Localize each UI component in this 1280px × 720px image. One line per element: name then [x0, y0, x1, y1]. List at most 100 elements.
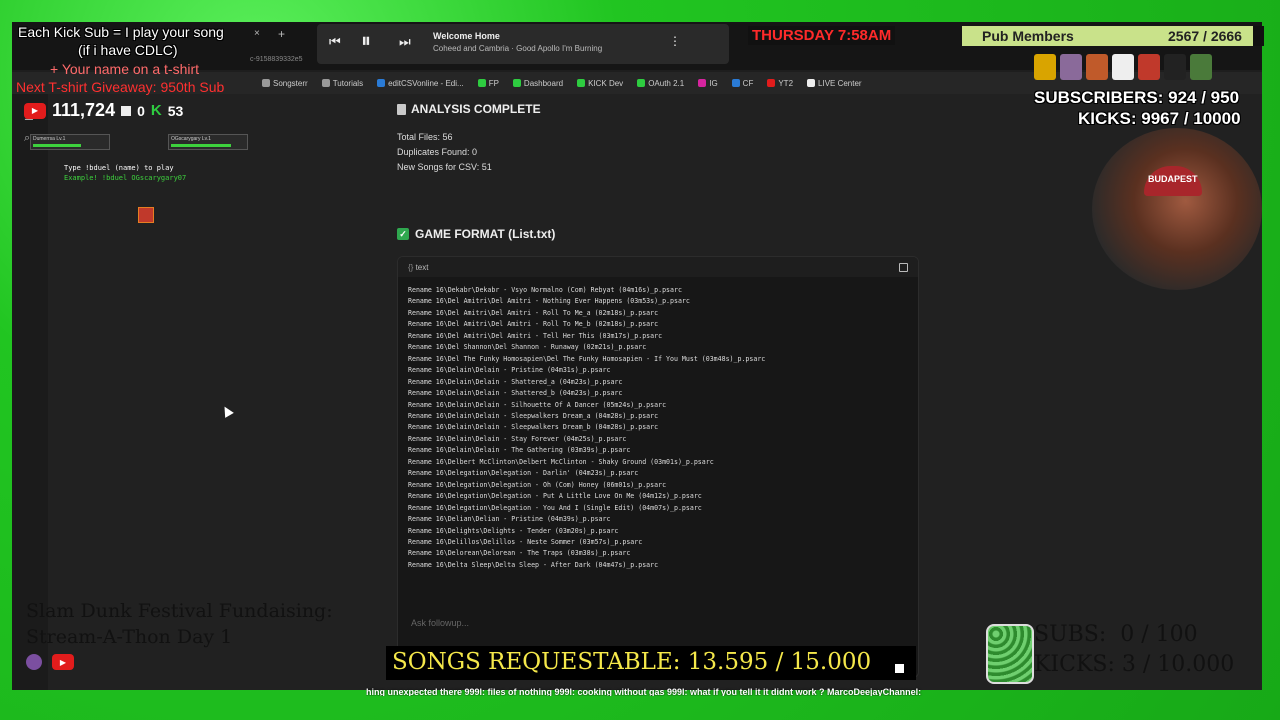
hat-text: BUDAPEST: [1148, 174, 1198, 184]
player-badge-2: OGscarygary Lv.1: [168, 134, 248, 150]
code-line: Rename 16\Delegation\Delegation - Darlin…: [408, 469, 639, 478]
tshirt-icon: [1034, 54, 1056, 80]
media-player: ⏮ ⏸ ⏭ Welcome Home Coheed and Cambria · …: [317, 24, 729, 64]
code-line: Rename 16\Delain\Delain - Sleepwalkers D…: [408, 423, 659, 432]
braces-icon: {}: [408, 262, 416, 272]
previous-track-icon[interactable]: ⏮: [329, 34, 341, 50]
code-line: Rename 16\Delian\Delian - Pristine (04m3…: [408, 515, 611, 524]
code-line: Rename 16\Del Shannon\Del Shannon - Runa…: [408, 343, 647, 352]
giveaway-line: Next T-shirt Giveaway: 950th Sub: [16, 79, 225, 95]
player-badge-1: Dumerrsa Lv.1: [30, 134, 110, 150]
bookmark-ig[interactable]: IG: [698, 79, 718, 88]
youtube-count: 111,724: [52, 100, 116, 120]
tshirt-shelf: [1034, 54, 1260, 84]
kicks-goal-bottom: KICKS: 3 / 10.000: [1034, 652, 1235, 677]
kick-icon: K: [150, 102, 162, 119]
code-line: Rename 16\Delta Sleep\Delta Sleep - Afte…: [408, 560, 659, 569]
fundraising-line2: Stream-A-Thon Day 1: [26, 626, 233, 648]
bookmark-fp[interactable]: FP: [477, 79, 499, 88]
game-sprite: [138, 207, 154, 223]
duel-hint: Type !bduel (name) to play: [64, 164, 174, 172]
tshirt-icon: [1112, 54, 1134, 80]
address-url[interactable]: c-9158839332e5: [250, 56, 303, 63]
code-line: Rename 16\Delorean\Delorean - The Traps …: [408, 549, 631, 558]
ticker-text: hing unexpected there 999l: files of not…: [366, 687, 922, 696]
code-line: Rename 16\Delegation\Delegation - Put A …: [408, 492, 702, 501]
tshirt-icon: [1060, 54, 1082, 80]
duel-example: Example! !bduel OGscarygary07: [64, 174, 187, 182]
bookmark-live-center[interactable]: LIVE Center: [807, 79, 862, 88]
bookmark-yt2[interactable]: YT2: [767, 79, 793, 88]
mouse-cursor-icon: [220, 404, 234, 418]
coin-jar-icon: [986, 624, 1034, 684]
bookmark-tutorials[interactable]: Tutorials: [321, 79, 363, 88]
edit-icon: [377, 79, 386, 87]
twitch-count: 0: [137, 102, 145, 119]
new-tab-icon[interactable]: +: [278, 27, 285, 41]
tiktok-icon: [807, 79, 816, 87]
bookmark-oauth[interactable]: OAuth 2.1: [637, 79, 684, 88]
code-line: Rename 16\Dekabr\Dekabr - Vsyo Normalno …: [408, 286, 682, 294]
code-line: Rename 16\Delain\Delain - Stay Forever (…: [408, 434, 627, 443]
pause-icon[interactable]: ⏸: [361, 30, 371, 53]
code-line: Rename 16\Del Amitri\Del Amitri - Roll T…: [408, 320, 659, 329]
fundraising-line1: Slam Dunk Festival Fundaising:: [26, 600, 333, 622]
tshirt-icon: [1138, 54, 1160, 80]
code-line: Rename 16\Delillos\Delillos - Neste Somm…: [408, 537, 643, 546]
songs-requestable-text: SONGS REQUESTABLE: 13.595 / 15.000: [392, 649, 872, 675]
browser-window: × + c-9158839332e5 ⏮ ⏸ ⏭ Welcome Home Co…: [12, 22, 1262, 690]
youtube-icon: [767, 79, 776, 87]
bottom-left-icons: ▶: [26, 654, 74, 670]
code-line: Rename 16\Delain\Delain - Shattered_b (0…: [408, 389, 623, 398]
bookmark-kick-dev[interactable]: KICK Dev: [577, 79, 623, 88]
analysis-heading: ANALYSIS COMPLETE: [397, 102, 541, 116]
code-language: {} text: [408, 262, 429, 272]
code-line: Rename 16\Del The Funky Homosapien\Del T…: [408, 354, 766, 363]
songs-requestable-banner: SONGS REQUESTABLE: 13.595 / 15.000: [386, 646, 916, 680]
cf-icon: [731, 79, 740, 87]
code-line: Rename 16\Delbert McClinton\Delbert McCl…: [408, 457, 714, 466]
ask-followup-input[interactable]: Ask followup...: [411, 618, 469, 628]
total-files: Total Files: 56: [397, 132, 453, 142]
code-line: Rename 16\Delegation\Delegation - Oh (Co…: [408, 480, 667, 489]
kick-sub-line1: Each Kick Sub = I play your song: [18, 24, 224, 40]
youtube-icon: ▶: [52, 654, 74, 670]
social-counts: ▶ 111,724 0 K 53: [24, 100, 183, 121]
tab-close-icon[interactable]: ×: [254, 28, 260, 39]
tshirt-icon: [1086, 54, 1108, 80]
bookmark-cf[interactable]: CF: [731, 79, 753, 88]
check-icon: ✓: [397, 228, 409, 240]
fundraising-banner: Slam Dunk Festival Fundaising: Stream-A-…: [26, 598, 333, 650]
code-line: Rename 16\Del Amitri\Del Amitri - Roll T…: [408, 308, 659, 317]
code-lines: Rename 16\Dekabr\Dekabr - Vsyo Normalno …: [398, 277, 918, 579]
kick-sub-line2: (if i have CDLC): [78, 42, 178, 58]
bookmark-dashboard[interactable]: Dashboard: [512, 79, 563, 88]
code-line: Rename 16\Delain\Delain - The Gathering …: [408, 446, 631, 455]
new-songs: New Songs for CSV: 51: [397, 162, 492, 172]
youtube-icon: ▶: [24, 102, 46, 119]
chat-ticker: hing unexpected there 999l: files of not…: [366, 682, 990, 696]
twitch-icon: [121, 105, 132, 116]
pub-members-bar: Pub Members 2567 / 2666: [962, 26, 1264, 46]
more-options-icon[interactable]: ⋮: [669, 34, 681, 48]
bookmark-songsterr[interactable]: Songsterr: [262, 79, 308, 88]
tshirt-icon: [1164, 54, 1186, 80]
folder-icon: [321, 79, 330, 87]
kick-icon: [637, 79, 646, 87]
folder-icon: [262, 79, 270, 87]
clipboard-icon: [397, 103, 406, 115]
instagram-icon: [698, 79, 707, 87]
bookmark-editcsv[interactable]: editCSVonline - Edi...: [377, 79, 464, 88]
tshirt-icon: [1190, 54, 1212, 80]
webcam: BUDAPEST: [1092, 128, 1262, 290]
analysis-stats: Total Files: 56 Duplicates Found: 0 New …: [397, 130, 492, 175]
code-line: Rename 16\Delegation\Delegation - You An…: [408, 503, 702, 512]
subs-goal-bottom: SUBS: 0 / 100: [1034, 622, 1198, 647]
kick-icon: [477, 79, 486, 87]
kick-icon: [577, 79, 586, 87]
chat-response: ANALYSIS COMPLETE Total Files: 56 Duplic…: [397, 94, 919, 690]
player-health-bar: [33, 144, 81, 147]
avatar-icon: [26, 654, 42, 670]
next-track-icon[interactable]: ⏭: [399, 34, 411, 50]
copy-icon[interactable]: [899, 262, 908, 272]
